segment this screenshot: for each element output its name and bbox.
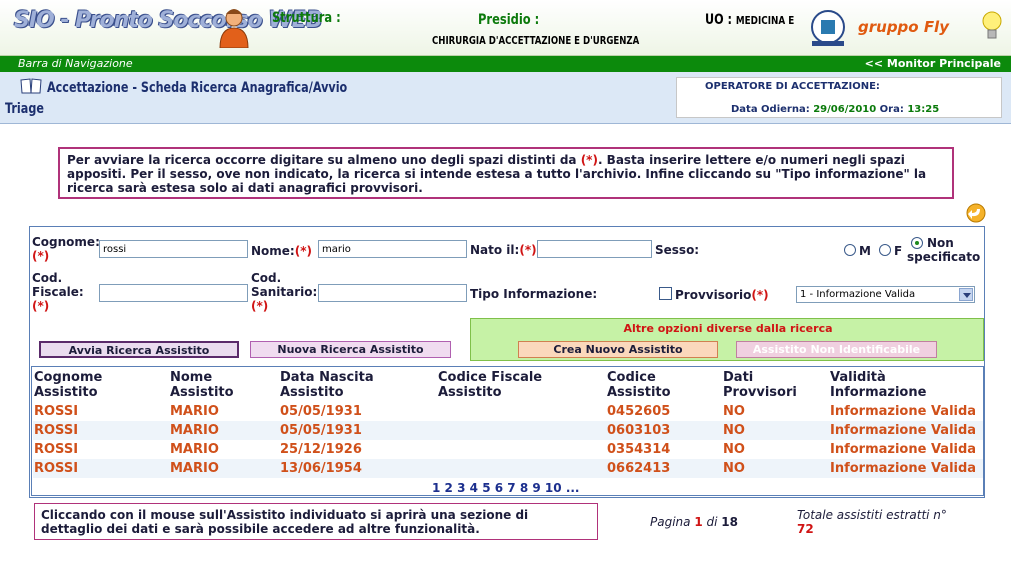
- page-link[interactable]: 1: [432, 481, 440, 495]
- page-link[interactable]: 2: [445, 481, 453, 495]
- cognome-label: Cognome: (*): [32, 235, 100, 263]
- page-link[interactable]: 6: [495, 481, 503, 495]
- codice-fiscale-label: Cod. Fiscale: (*): [32, 271, 84, 313]
- table-cell: Informazione Valida: [830, 442, 977, 457]
- operator-label: OPERATORE DI ACCETTAZIONE:: [705, 81, 880, 92]
- table-cell: ROSSI: [34, 404, 79, 419]
- column-header[interactable]: Dati Provvisori: [723, 370, 797, 400]
- book-icon: [20, 78, 42, 94]
- table-cell: 05/05/1931: [280, 423, 362, 438]
- page-link[interactable]: ...: [566, 481, 580, 495]
- page-link[interactable]: 5: [482, 481, 490, 495]
- page-link[interactable]: 7: [507, 481, 515, 495]
- pagination: 1 2 3 4 5 6 7 8 9 10 ...: [432, 481, 580, 495]
- table-cell: MARIO: [170, 404, 219, 419]
- start-search-button[interactable]: Avvia Ricerca Assistito: [39, 341, 239, 358]
- total-count: Totale assistiti estratti n° 72: [797, 508, 947, 536]
- lightbulb-icon[interactable]: [982, 9, 1002, 43]
- page-link[interactable]: 3: [457, 481, 465, 495]
- page-link[interactable]: 4: [470, 481, 478, 495]
- column-header[interactable]: Cognome Assistito: [34, 370, 102, 400]
- table-cell: NO: [723, 461, 745, 476]
- table-cell: 0452605: [607, 404, 671, 419]
- navigation-bar: Barra di Navigazione << Monitor Principa…: [0, 56, 1011, 72]
- page-link[interactable]: 10: [545, 481, 562, 495]
- table-cell: NO: [723, 442, 745, 457]
- presidio-label: Presidio :: [478, 12, 540, 28]
- table-cell: 0662413: [607, 461, 671, 476]
- app-header: SIO - Pronto Soccorso WEB Struttura : Pr…: [0, 0, 1011, 56]
- sex-m-radio[interactable]: [844, 244, 856, 256]
- page-indicator: Pagina 1 di 18: [650, 515, 738, 529]
- title-bar: Accettazione - Scheda Ricerca Anagrafica…: [0, 72, 1011, 124]
- struttura-label: Struttura :: [272, 10, 341, 26]
- provvisorio-checkbox[interactable]: [659, 287, 672, 300]
- table-cell: 0354314: [607, 442, 671, 457]
- table-row[interactable]: ROSSI MARIO 25/12/1926 0354314 NO Inform…: [33, 440, 983, 459]
- doctor-icon: [219, 9, 249, 48]
- table-cell: Informazione Valida: [830, 404, 977, 419]
- sesso-label: Sesso:: [655, 243, 700, 257]
- hospital-seal-icon: [811, 10, 845, 46]
- tipo-informazione-label: Tipo Informazione:: [470, 287, 598, 301]
- table-cell: MARIO: [170, 442, 219, 457]
- table-cell: ROSSI: [34, 442, 79, 457]
- nav-bar-label: Barra di Navigazione: [18, 57, 133, 70]
- birth-date-input[interactable]: [537, 240, 652, 258]
- table-cell: MARIO: [170, 461, 219, 476]
- back-arrow-icon[interactable]: [965, 203, 987, 223]
- table-cell: Informazione Valida: [830, 423, 977, 438]
- cognome-input[interactable]: [99, 240, 248, 258]
- codice-sanitario-label: Cod. Sanitario: (*): [251, 271, 318, 313]
- column-header[interactable]: Data Nascita Assistito: [280, 370, 374, 400]
- detail-hint: Cliccando con il mouse sull'Assistito in…: [34, 503, 598, 540]
- table-cell: NO: [723, 404, 745, 419]
- table-cell: 0603103: [607, 423, 671, 438]
- nome-label: Nome:(*): [251, 244, 312, 258]
- provvisorio-label: Provvisorio(*): [675, 288, 769, 302]
- results-table: Cognome Assistito Nome Assistito Data Nasc…: [31, 366, 984, 496]
- table-cell: 05/05/1931: [280, 404, 362, 419]
- page-subtitle: Triage: [5, 101, 44, 117]
- sex-f-label: F: [894, 244, 903, 258]
- page-link[interactable]: 8: [520, 481, 528, 495]
- page-link[interactable]: 9: [532, 481, 540, 495]
- column-header[interactable]: Nome Assistito: [170, 370, 234, 400]
- new-search-button[interactable]: Nuova Ricerca Assistito: [250, 341, 451, 358]
- table-row[interactable]: ROSSI MARIO 13/06/1954 0662413 NO Inform…: [33, 459, 983, 478]
- codice-sanitario-input[interactable]: [318, 284, 467, 302]
- table-cell: Informazione Valida: [830, 461, 977, 476]
- table-cell: ROSSI: [34, 461, 79, 476]
- column-header[interactable]: Codice Fiscale Assistito: [438, 370, 542, 400]
- uo-label: UO : MEDICINA E: [705, 12, 795, 28]
- search-instructions: Per avviare la ricerca occorre digitare …: [58, 147, 954, 199]
- operator-info: OPERATORE DI ACCETTAZIONE: Data Odierna:…: [676, 77, 1002, 118]
- monitor-principale-link[interactable]: << Monitor Principale: [865, 57, 1001, 70]
- table-row[interactable]: ROSSI MARIO 05/05/1931 0603103 NO Inform…: [33, 421, 983, 440]
- other-options-title: Altre opzioni diverse dalla ricerca: [623, 322, 833, 335]
- presidio-value: CHIRURGIA D'ACCETTAZIONE E D'URGENZA: [432, 34, 640, 47]
- column-header[interactable]: Validità Informazione: [830, 370, 926, 400]
- sex-f-radio[interactable]: [879, 244, 891, 256]
- current-date: Data Odierna: 29/06/2010 Ora: 13:25: [731, 104, 940, 115]
- table-cell: NO: [723, 423, 745, 438]
- sex-m-label: M: [859, 244, 871, 258]
- sex-unspecified-label: Non specificato: [907, 236, 981, 264]
- column-header[interactable]: Codice Assistito: [607, 370, 671, 400]
- table-cell: ROSSI: [34, 423, 79, 438]
- table-cell: 25/12/1926: [280, 442, 362, 457]
- nato-il-label: Nato il:(*): [470, 243, 537, 257]
- table-cell: 13/06/1954: [280, 461, 362, 476]
- nome-input[interactable]: [318, 240, 467, 258]
- brand-logo: gruppo Fly: [858, 18, 949, 36]
- codice-fiscale-input[interactable]: [99, 284, 248, 302]
- chevron-down-icon[interactable]: [959, 288, 973, 301]
- unidentifiable-patient-button[interactable]: Assistito Non Identificabile: [736, 341, 937, 358]
- tipo-informazione-select[interactable]: 1 - Informazione Valida: [796, 286, 975, 303]
- page-title: Accettazione - Scheda Ricerca Anagrafica…: [47, 80, 348, 96]
- table-cell: MARIO: [170, 423, 219, 438]
- table-row[interactable]: ROSSI MARIO 05/05/1931 0452605 NO Inform…: [33, 402, 983, 421]
- create-patient-button[interactable]: Crea Nuovo Assistito: [518, 341, 718, 358]
